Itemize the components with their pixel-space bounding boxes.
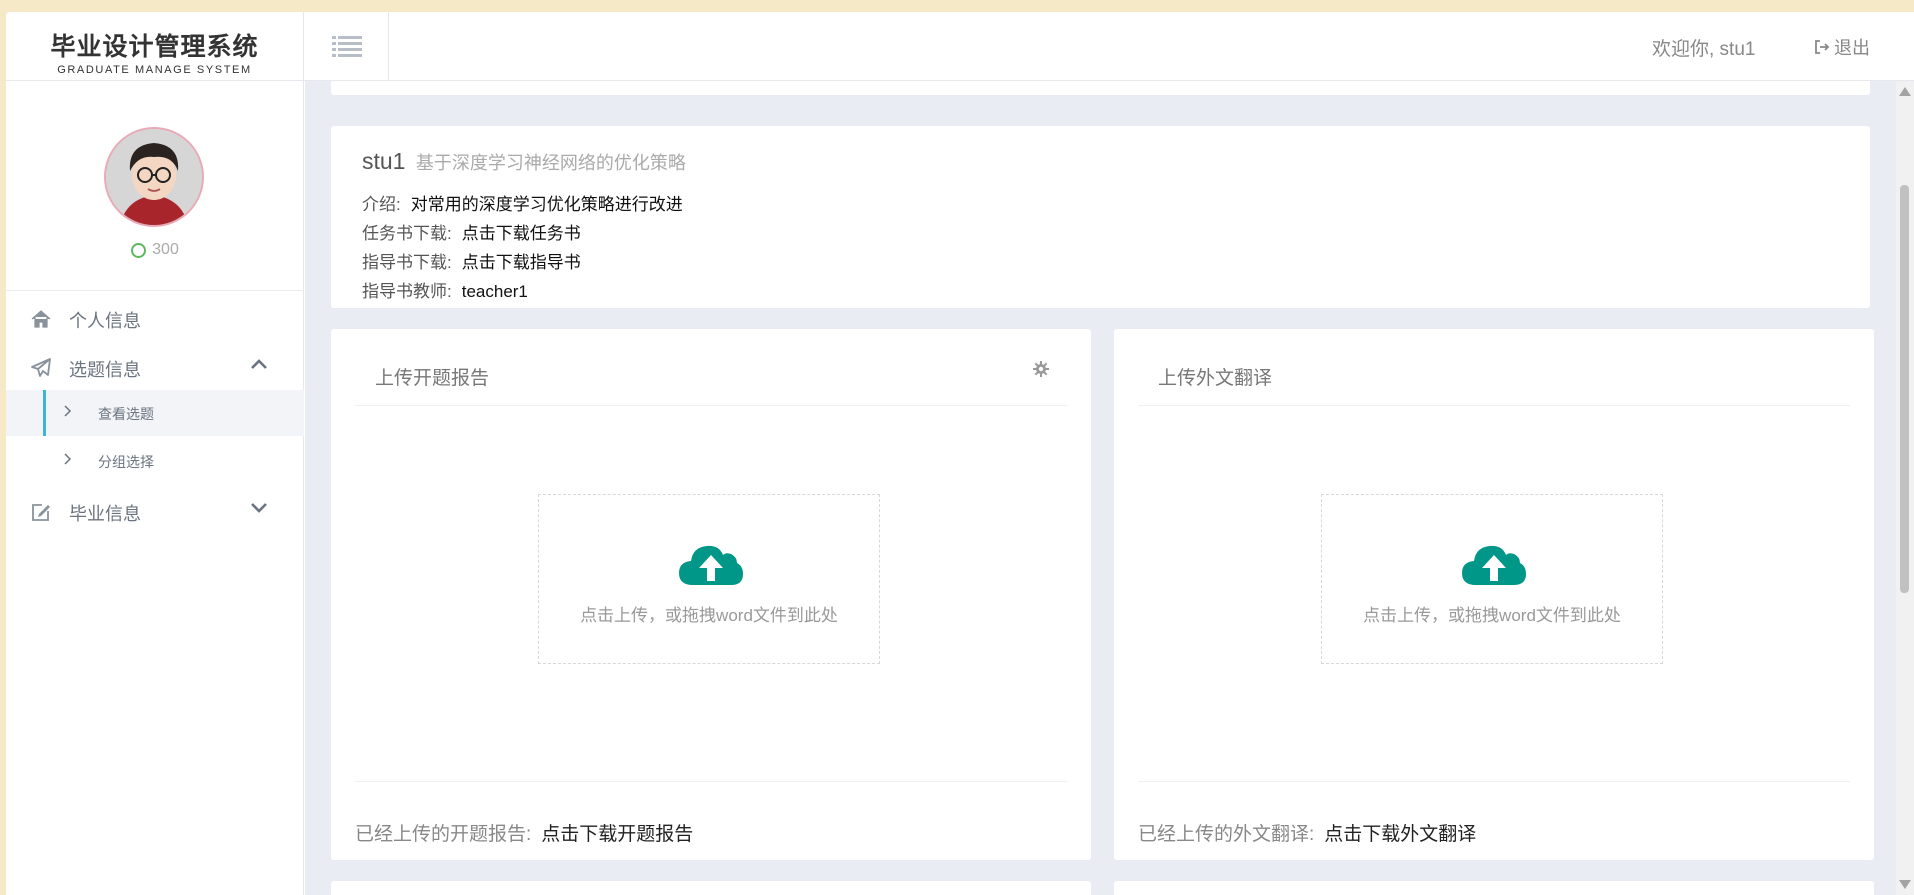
next-card-right (1114, 881, 1874, 895)
edit-icon (32, 504, 50, 521)
paper-plane-icon (31, 358, 51, 377)
chevron-right-icon (64, 453, 72, 465)
task-label: 任务书下载: (362, 224, 452, 243)
sidebar-subitem-group-selection[interactable]: 分组选择 (6, 438, 304, 484)
gear-icon[interactable] (1033, 361, 1049, 377)
upload-proposal-card: 上传开题报告 点击上传，或拖拽word文件到此处 已经上传的开题报告: 点击下载… (331, 329, 1091, 860)
guide-download-link[interactable]: 点击下载指导书 (462, 253, 581, 272)
chevron-up-icon (251, 359, 267, 369)
uploaded-translation-row: 已经上传的外文翻译: 点击下载外文翻译 (1138, 819, 1476, 846)
card-divider (1138, 405, 1850, 406)
download-proposal-link[interactable]: 点击下载开题报告 (541, 824, 693, 845)
logout-label: 退出 (1834, 38, 1870, 58)
scrollbar-thumb[interactable] (1900, 185, 1909, 593)
user-points: 300 (6, 241, 304, 259)
card-title: 上传开题报告 (375, 368, 490, 389)
logo[interactable]: 毕业设计管理系统 GRADUATE MANAGE SYSTEM (6, 12, 304, 81)
sidebar-subitem-label: 分组选择 (98, 454, 154, 470)
home-icon (31, 310, 51, 328)
guide-download-row: 指导书下载: 点击下载指导书 (362, 248, 581, 273)
avatar-image (106, 129, 202, 225)
uploaded-label: 已经上传的外文翻译: (1138, 824, 1315, 845)
student-name: stu1 (362, 148, 406, 174)
sidebar-item-graduation-info[interactable]: 毕业信息 (6, 487, 304, 535)
sidebar-item-label: 个人信息 (69, 311, 141, 331)
logout-button[interactable]: 退出 (1814, 34, 1870, 60)
app-window: 毕业设计管理系统 GRADUATE MANAGE SYSTEM 欢迎你, stu… (6, 12, 1914, 895)
sidebar-item-label: 毕业信息 (69, 504, 141, 524)
sign-out-icon (1815, 40, 1830, 54)
card-divider (355, 405, 1067, 406)
dropzone-text: 点击上传，或拖拽word文件到此处 (580, 606, 838, 625)
topic-info-card: stu1 基于深度学习神经网络的优化策略 介绍: 对常用的深度学习优化策略进行改进… (331, 126, 1870, 308)
task-download-row: 任务书下载: 点击下载任务书 (362, 219, 581, 244)
teacher-value: teacher1 (461, 282, 528, 301)
chevron-down-icon (251, 503, 267, 513)
teacher-row: 指导书教师: teacher1 (362, 277, 528, 302)
intro-value: 对常用的深度学习优化策略进行改进 (410, 195, 683, 214)
list-icon (331, 35, 362, 57)
logo-subtitle: GRADUATE MANAGE SYSTEM (57, 64, 252, 76)
sidebar-subitem-view-topics[interactable]: 查看选题 (6, 390, 304, 436)
download-translation-link[interactable]: 点击下载外文翻译 (1324, 824, 1476, 845)
dropzone-text: 点击上传，或拖拽word文件到此处 (1363, 606, 1621, 625)
avatar[interactable] (104, 127, 204, 227)
logo-title: 毕业设计管理系统 (50, 32, 259, 61)
previous-card (331, 81, 1870, 95)
points-value: 300 (152, 241, 179, 258)
card-divider (1138, 781, 1850, 782)
card-title: 上传外文翻译 (1158, 368, 1273, 389)
intro-label: 介绍: (362, 195, 401, 214)
sidebar-item-personal-info[interactable]: 个人信息 (6, 294, 304, 342)
upload-dropzone[interactable]: 点击上传，或拖拽word文件到此处 (538, 494, 880, 664)
topic-name: 基于深度学习神经网络的优化策略 (415, 153, 686, 173)
uploaded-label: 已经上传的开题报告: (355, 824, 532, 845)
topic-title: stu1 基于深度学习神经网络的优化策略 (362, 148, 686, 175)
menu-toggle-button[interactable] (305, 12, 389, 81)
circle-icon (131, 242, 147, 258)
task-download-link[interactable]: 点击下载任务书 (462, 224, 581, 243)
top-bar: 毕业设计管理系统 GRADUATE MANAGE SYSTEM 欢迎你, stu… (6, 12, 1914, 81)
sidebar: 300 个人信息 选题信息 查看选题 分组选择 毕业信息 (6, 81, 304, 895)
guide-label: 指导书下载: (362, 253, 452, 272)
scroll-down-arrow[interactable] (1899, 880, 1911, 889)
cloud-upload-icon (1462, 545, 1526, 585)
uploaded-proposal-row: 已经上传的开题报告: 点击下载开题报告 (355, 819, 693, 846)
next-card-left (331, 881, 1091, 895)
sidebar-subitem-label: 查看选题 (98, 406, 154, 422)
sidebar-item-topic-info[interactable]: 选题信息 (6, 343, 304, 391)
sidebar-item-label: 选题信息 (69, 360, 141, 380)
upload-translation-card: 上传外文翻译 点击上传，或拖拽word文件到此处 已经上传的外文翻译: 点击下载外… (1114, 329, 1874, 860)
main-content: stu1 基于深度学习神经网络的优化策略 介绍: 对常用的深度学习优化策略进行改进… (305, 81, 1896, 895)
topic-intro-row: 介绍: 对常用的深度学习优化策略进行改进 (362, 190, 683, 215)
cloud-upload-icon (679, 545, 743, 585)
teacher-label: 指导书教师: (362, 282, 452, 301)
welcome-text: 欢迎你, stu1 (1652, 39, 1756, 60)
vertical-scrollbar[interactable] (1896, 81, 1914, 895)
chevron-right-icon (64, 405, 72, 417)
sidebar-divider (6, 290, 304, 291)
card-divider (355, 781, 1067, 782)
upload-dropzone[interactable]: 点击上传，或拖拽word文件到此处 (1321, 494, 1663, 664)
scroll-up-arrow[interactable] (1899, 87, 1911, 96)
